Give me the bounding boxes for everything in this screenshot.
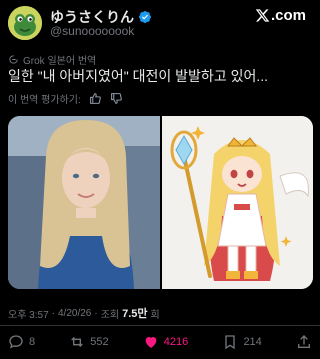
rate-translation-row: 이 번역 평가하기: (8, 91, 123, 106)
meta-separator: · (51, 307, 55, 319)
rate-translation-label: 이 번역 평가하기: (8, 95, 81, 106)
tweet-date[interactable]: 4/20/26 (58, 308, 91, 319)
bookmark-icon (225, 335, 236, 350)
repost-icon (71, 337, 84, 347)
divider (0, 325, 320, 326)
views-label: 조회 (100, 309, 120, 321)
x-logo-icon (255, 9, 270, 22)
repost-count: 552 (90, 336, 109, 348)
heart-filled-icon (145, 337, 157, 348)
anime-girl-staff-icon (161, 116, 313, 289)
repost-button[interactable]: 552 (69, 334, 109, 350)
tweet-card: ゆうさくりん @sunoooooook .com Grok 일본어 번역 일한 … (0, 0, 320, 359)
share-icon (297, 335, 310, 348)
reply-button[interactable]: 8 (8, 334, 35, 350)
like-button[interactable]: 4216 (143, 334, 188, 350)
action-bar: 8 552 4216 214 (8, 334, 312, 350)
brand-logo-text: .com (270, 7, 306, 24)
reply-icon (9, 335, 23, 349)
brand-logo[interactable]: .com (255, 7, 306, 24)
media-photo-left[interactable] (8, 116, 160, 289)
translation-notice-text: Grok 일본어 번역 (23, 56, 97, 67)
thumbs-down-icon[interactable] (110, 92, 123, 105)
tweet-meta: 오후 3:57 · 4/20/26 · 조회 7.5만 회 (8, 305, 160, 321)
media-grid (8, 116, 313, 289)
bookmark-count: 214 (243, 336, 262, 348)
girl-photo-icon (8, 116, 160, 289)
author-handle[interactable]: @sunoooooook (50, 24, 134, 38)
avatar[interactable] (8, 6, 42, 40)
reply-count: 8 (29, 336, 36, 348)
bookmark-button[interactable]: 214 (222, 334, 262, 350)
media-illustration-right[interactable] (161, 116, 313, 289)
tweet-time[interactable]: 오후 3:57 (8, 306, 49, 321)
like-count: 4216 (163, 336, 189, 348)
thumbs-up-icon[interactable] (89, 92, 102, 105)
translation-notice: Grok 일본어 번역 (8, 52, 96, 67)
grok-icon (9, 55, 18, 64)
share-button[interactable] (296, 334, 312, 350)
tweet-text: 일한 "내 아버지였어" 대전이 발발하고 있어... (8, 68, 269, 84)
views-suffix: 회 (150, 309, 160, 321)
meta-separator: · (94, 307, 98, 319)
views-count: 7.5만 (122, 308, 148, 320)
avatar-frog-icon (8, 6, 42, 40)
verified-badge-icon (139, 11, 151, 23)
